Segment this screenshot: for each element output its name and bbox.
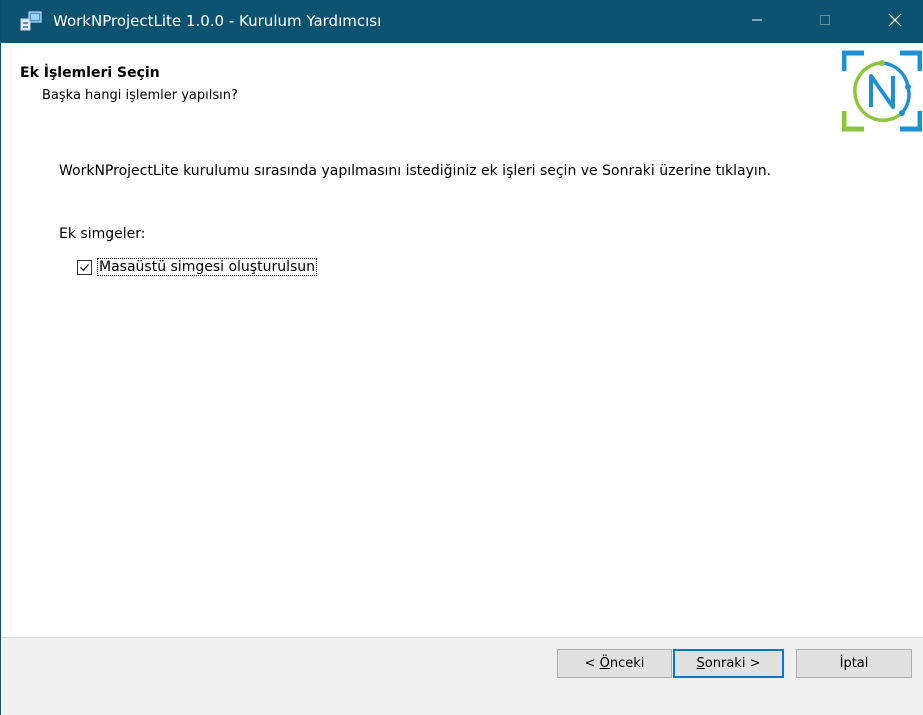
page-subtitle: Başka hangi işlemler yapılsın? [42,88,238,103]
worknproject-logo [841,49,923,133]
next-button-label: onraki > [704,656,761,671]
desktop-icon-label[interactable]: Masaüstü simgesi oluşturulsun [96,258,318,276]
minimize-icon [751,14,763,30]
maximize-button [802,0,848,43]
next-button-accelerator: S [696,656,705,671]
wizard-footer: < Önceki Sonraki > İptal [2,637,923,715]
cancel-button[interactable]: İptal [796,649,912,678]
desktop-icon-checkbox[interactable] [77,259,92,275]
check-icon [80,263,89,271]
window-title: WorkNProjectLite 1.0.0 - Kurulum Yardımc… [53,12,382,30]
installer-icon [20,10,42,32]
page-title: Ek İşlemleri Seçin [20,65,160,81]
next-button[interactable]: Sonraki > [673,649,784,678]
back-button-label: nceki [609,656,645,671]
minimize-button[interactable] [734,0,780,43]
desktop-icon-task[interactable]: Masaüstü simgesi oluşturulsun [77,256,318,278]
wizard-header: Ek İşlemleri Seçin Başka hangi işlemler … [2,43,923,141]
installer-window: WorkNProjectLite 1.0.0 - Kurulum Yardımc… [0,0,923,715]
instruction-text: WorkNProjectLite kurulumu sırasında yapı… [59,163,772,179]
additional-icons-label: Ek simgeler: [59,226,146,242]
back-button-prefix: < [584,656,600,671]
close-button[interactable] [872,0,918,43]
cancel-button-label: İptal [839,656,869,671]
back-button-accelerator: Ö [599,656,610,671]
title-bar[interactable]: WorkNProjectLite 1.0.0 - Kurulum Yardımc… [1,0,923,43]
maximize-icon [819,14,831,30]
close-icon [888,13,902,31]
wizard-content: WorkNProjectLite kurulumu sırasında yapı… [2,141,923,637]
back-button[interactable]: < Önceki [557,649,672,678]
